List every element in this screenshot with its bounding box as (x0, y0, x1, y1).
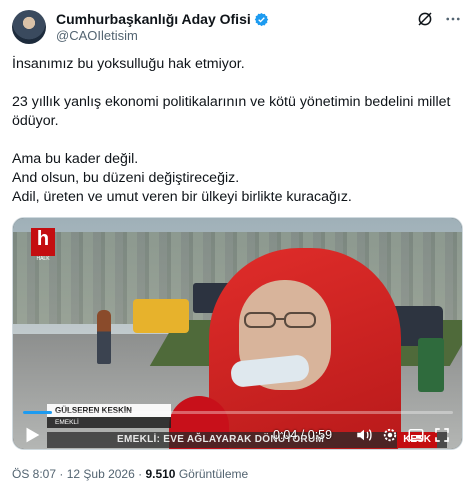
handle[interactable]: @CAOIletisim (56, 28, 138, 43)
views-label: Görüntüleme (178, 467, 249, 481)
channel-logo-sub: HALK (36, 256, 50, 262)
pip-icon[interactable] (407, 426, 425, 444)
settings-icon[interactable] (381, 426, 399, 444)
tweet-paragraph: 23 yıllık yanlış ekonomi politikalarının… (12, 94, 451, 129)
pedestrian (97, 310, 111, 365)
tweet-paragraph: Ama bu kader değil. And olsun, bu düzeni… (12, 151, 352, 205)
play-icon[interactable] (21, 424, 43, 446)
volume-icon[interactable] (355, 426, 373, 444)
channel-logo: h (31, 228, 55, 256)
tweet-header: Cumhurbaşkanlığı Aday Ofisi @CAOIletisim (12, 10, 462, 44)
tweet-paragraph: İnsanımız bu yoksulluğu hak etmiyor. (12, 56, 245, 72)
views-count: 9.510 (145, 467, 176, 481)
video-player[interactable]: h HALK GÜLSEREN KESKİN EMEKLİ EMEKLİ: EV… (12, 217, 463, 450)
tweet-meta: ÖS 8:07 · 12 Şub 2026 · 9.510 Görüntülem… (12, 467, 248, 481)
verified-badge-icon (254, 12, 268, 26)
progress-bar[interactable] (23, 411, 453, 414)
tweet-text: İnsanımız bu yoksulluğu hak etmiyor. 23 … (12, 55, 464, 207)
meta-separator: · (134, 467, 146, 481)
grok-icon[interactable] (416, 10, 434, 28)
tweet-date[interactable]: 12 Şub 2026 (67, 467, 135, 481)
display-name[interactable]: Cumhurbaşkanlığı Aday Ofisi (56, 11, 251, 27)
meta-separator: · (56, 467, 67, 481)
fullscreen-icon[interactable] (433, 426, 451, 444)
name-row: Cumhurbaşkanlığı Aday Ofisi (56, 10, 269, 28)
tweet-time[interactable]: ÖS 8:07 (12, 467, 56, 481)
more-icon[interactable] (444, 10, 462, 28)
video-time: 0:04 / 0:59 (273, 428, 333, 442)
progress-fill (23, 411, 53, 414)
video-controls: 0:04 / 0:59 (13, 420, 462, 449)
avatar[interactable] (12, 10, 46, 44)
header-actions (416, 10, 462, 28)
